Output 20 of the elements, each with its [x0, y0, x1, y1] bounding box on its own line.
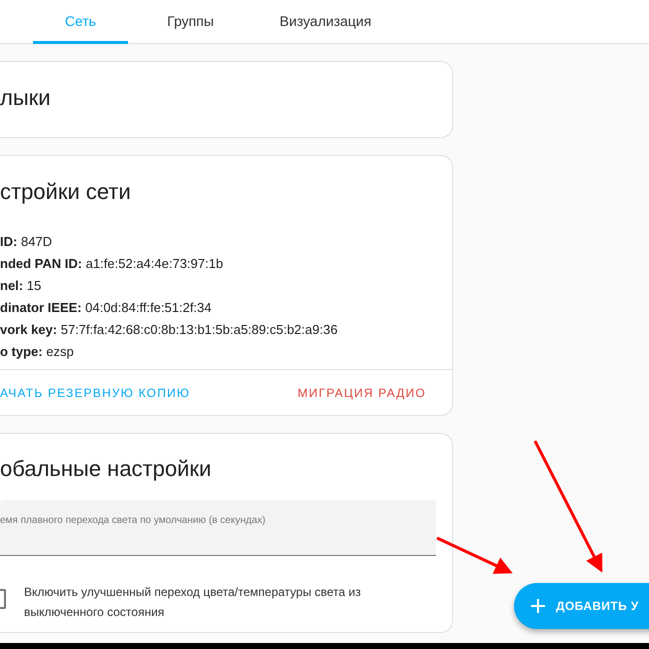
checkbox-label: Включить улучшенный переход цвета/температуры света из выключенного состояния	[24, 584, 362, 621]
network-info-line: ID: 847D	[0, 233, 54, 251]
field-label: емя плавного перехода света по умолчанию (в секундах)	[0, 515, 266, 526]
network-info-line: vork key: 57:7f:fa:42:68:c0:8b:13:b1:5b:a5:89:c5:b2:a9:36	[0, 321, 339, 339]
action-button[interactable]: МИГРАЦИЯ РАДИО	[298, 380, 426, 406]
action-button[interactable]: АЧАТЬ РЕЗЕРВНУЮ КОПИЮ	[0, 380, 190, 406]
plus-icon	[530, 598, 546, 614]
input-field[interactable]: емя плавного перехода света по умолчанию (в секундах)	[0, 500, 436, 556]
network-info-line: nel: 15	[0, 277, 42, 295]
card-title: лыки	[0, 84, 52, 112]
card-title: обальные настройки	[0, 455, 212, 483]
tab[interactable]: Сеть	[33, 0, 128, 44]
tab[interactable]: Группы	[128, 0, 253, 44]
add-button[interactable]: ДОБАВИТЬ У	[514, 583, 649, 629]
card-title: стройки сети	[0, 178, 132, 206]
network-info-line: o type: ezsp	[0, 343, 75, 361]
network-info-line: nded PAN ID: a1:fe:52:a4:4e:73:97:1b	[0, 255, 224, 273]
tab[interactable]: Визуализация	[253, 0, 398, 44]
checkbox[interactable]	[0, 589, 6, 609]
network-info-line: dinator IEEE: 04:0d:84:ff:fe:51:2f:34	[0, 299, 213, 317]
